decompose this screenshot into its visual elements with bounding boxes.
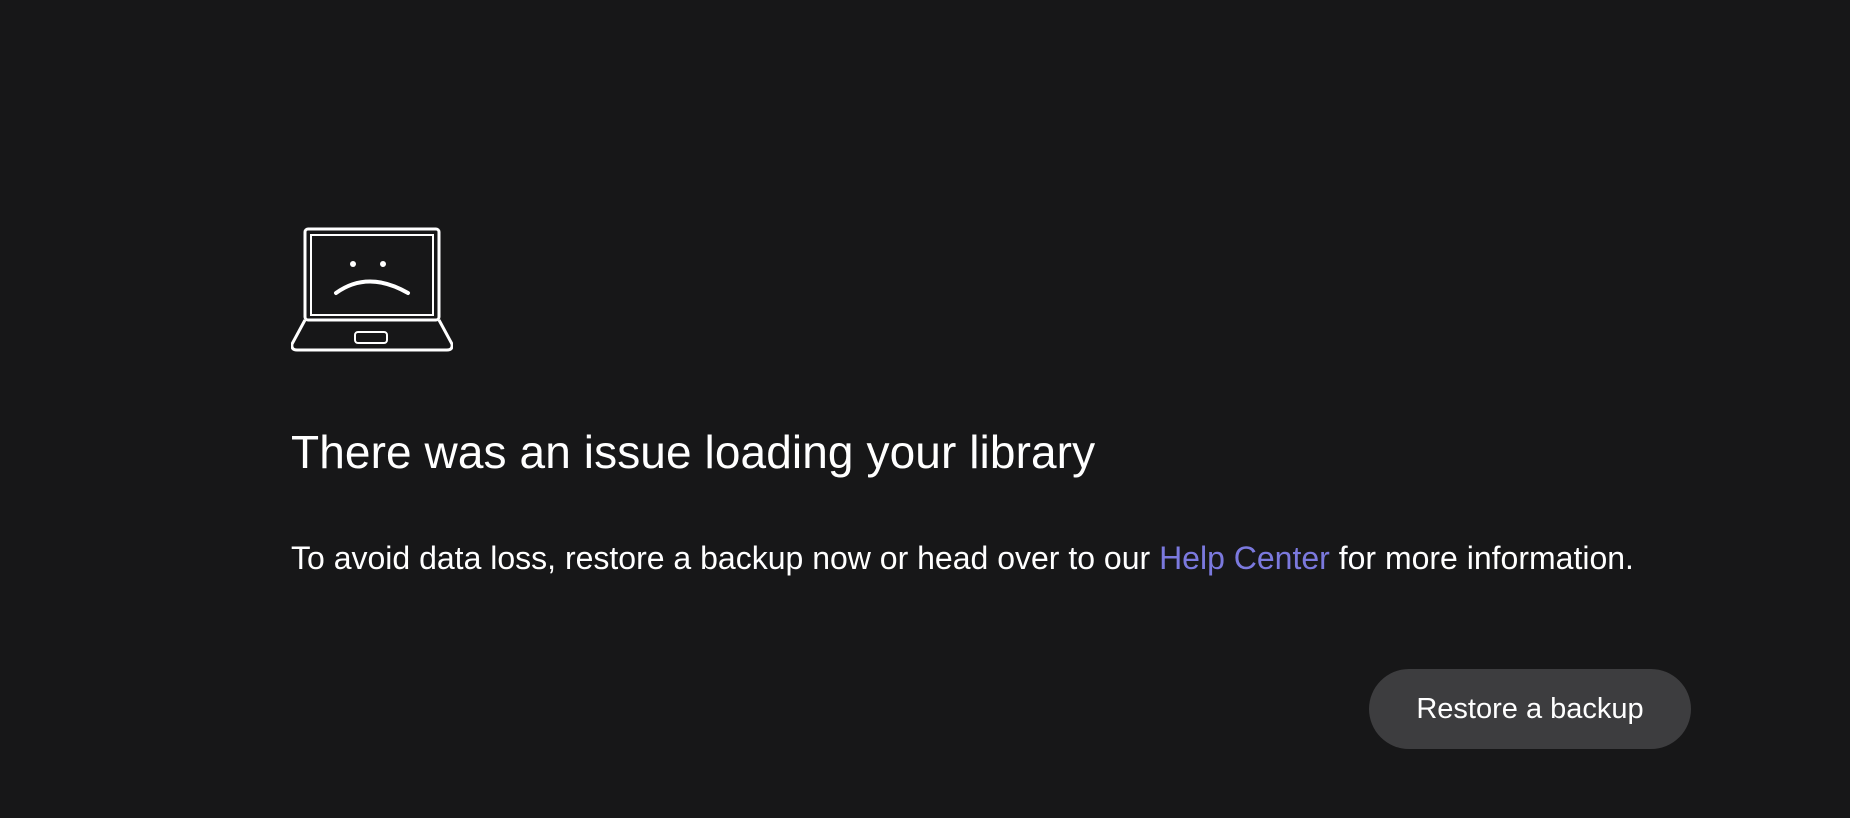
error-screen: There was an issue loading your library …	[0, 0, 1850, 818]
error-title: There was an issue loading your library	[291, 426, 1096, 478]
restore-backup-button[interactable]: Restore a backup	[1369, 669, 1691, 749]
sad-laptop-icon	[291, 226, 453, 352]
error-description: To avoid data loss, restore a backup now…	[291, 538, 1691, 578]
description-text-before-link: To avoid data loss, restore a backup now…	[291, 540, 1160, 576]
description-text-after-link: for more information.	[1329, 540, 1634, 576]
error-content: There was an issue loading your library …	[291, 226, 1691, 578]
help-center-link[interactable]: Help Center	[1159, 540, 1330, 576]
